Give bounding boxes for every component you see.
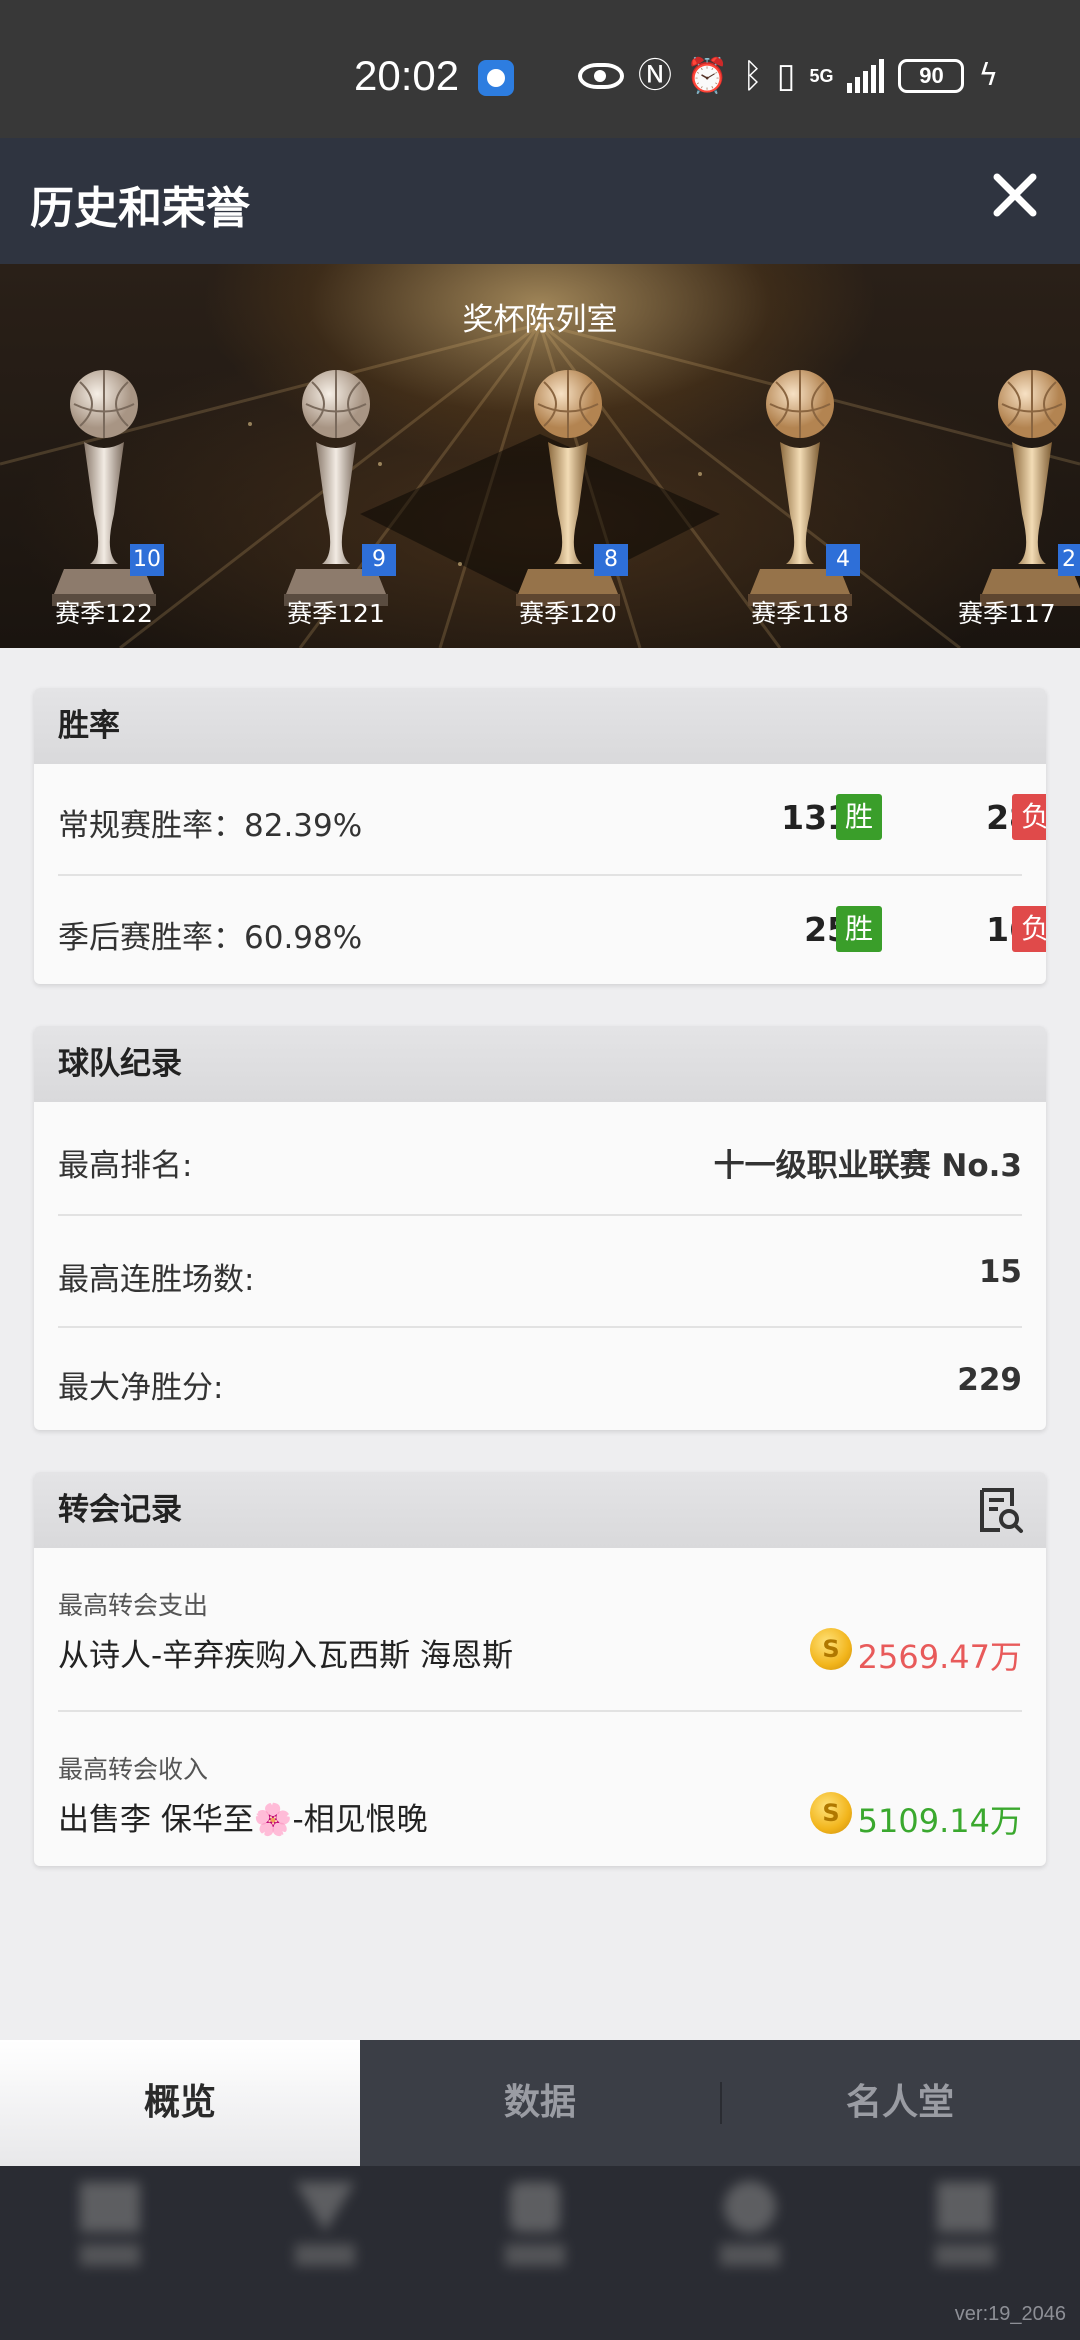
record-label: 最高排名: bbox=[58, 1148, 193, 1184]
trophy-count-badge: 2 bbox=[1058, 544, 1080, 576]
trophy-count-badge: 4 bbox=[826, 544, 860, 576]
expense-label: 最高转会支出 bbox=[58, 1591, 209, 1620]
bottom-tab-bar: 概览 数据 名人堂 bbox=[0, 2040, 1080, 2166]
trophy-icon[interactable] bbox=[508, 364, 628, 614]
trophy-season-label: 赛季117 bbox=[958, 599, 1056, 628]
loss-badge: 负 bbox=[1012, 906, 1046, 952]
trophy-season-label: 赛季120 bbox=[519, 599, 617, 628]
trophy-icon[interactable] bbox=[972, 364, 1080, 614]
transfer-record-card: 转会记录 最高转会支出 从诗人-辛弃疾购入瓦西斯 海恩斯 2569.47万 最高… bbox=[34, 1472, 1046, 1866]
bluetooth-icon: ᛒ bbox=[742, 56, 763, 96]
trophy-season-label: 赛季122 bbox=[55, 599, 153, 628]
page-header: 历史和荣誉 bbox=[0, 138, 1080, 264]
expense-text: 从诗人-辛弃疾购入瓦西斯 海恩斯 bbox=[58, 1638, 514, 1674]
record-value: 15 bbox=[978, 1254, 1022, 1290]
coin-icon bbox=[810, 1628, 852, 1670]
search-record-icon[interactable] bbox=[978, 1486, 1024, 1534]
vibrate-icon: ▯ bbox=[776, 56, 796, 96]
network-type-label: 5G bbox=[809, 66, 834, 86]
trophy-count-badge: 9 bbox=[362, 544, 396, 576]
charging-icon: ϟ bbox=[978, 58, 999, 93]
record-label: 最大净胜分: bbox=[58, 1370, 224, 1406]
transfer-expense-row: 最高转会支出 从诗人-辛弃疾购入瓦西斯 海恩斯 2569.47万 bbox=[58, 1548, 1022, 1712]
win-rate-title: 胜率 bbox=[34, 688, 1046, 764]
record-label: 最高连胜场数: bbox=[58, 1262, 255, 1298]
record-value: 229 bbox=[957, 1362, 1022, 1398]
team-record-card: 球队纪录 最高排名: 十一级职业联赛 No.3 最高连胜场数: 15 最大净胜分… bbox=[34, 1026, 1046, 1430]
blurred-nav-icon bbox=[80, 2182, 140, 2266]
expense-amount: 2569.47万 bbox=[857, 1638, 1022, 1676]
playoff-row: 季后赛胜率：60.98% 25 胜 16 负 bbox=[58, 876, 1046, 984]
income-amount: 5109.14万 bbox=[857, 1802, 1022, 1840]
coin-icon bbox=[810, 1792, 852, 1834]
status-icons: Ⓝ ⏰ ᛒ ▯ 5G 90 ϟ bbox=[578, 54, 998, 98]
tab-data[interactable]: 数据 bbox=[360, 2040, 720, 2166]
version-label: ver:19_2046 bbox=[954, 2303, 1066, 2325]
income-text: 出售李 保华至🌸-相见恨晚 bbox=[58, 1802, 428, 1838]
app-notification-icon bbox=[478, 60, 514, 96]
trophy-icon[interactable] bbox=[276, 364, 396, 614]
win-badge: 胜 bbox=[836, 794, 882, 840]
regular-wins: 131 bbox=[781, 798, 850, 837]
trophy-season-label: 赛季121 bbox=[287, 599, 385, 628]
trophy-count-badge: 8 bbox=[594, 544, 628, 576]
trophy-icon[interactable] bbox=[740, 364, 860, 614]
playoff-win-rate-label: 季后赛胜率：60.98% bbox=[58, 920, 363, 956]
trophy-count-badge: 10 bbox=[130, 544, 164, 576]
team-record-title: 球队纪录 bbox=[34, 1026, 1046, 1102]
tab-overview[interactable]: 概览 bbox=[0, 2040, 360, 2166]
record-row: 最高排名: 十一级职业联赛 No.3 bbox=[58, 1102, 1022, 1216]
trophy-season-label: 赛季118 bbox=[751, 599, 849, 628]
regular-win-rate-label: 常规赛胜率：82.39% bbox=[58, 808, 363, 844]
win-rate-card: 胜率 常规赛胜率：82.39% 131 胜 28 负 季后赛胜率：60.98% … bbox=[34, 688, 1046, 984]
record-value: 十一级职业联赛 No.3 bbox=[713, 1148, 1022, 1184]
blurred-nav-icon bbox=[935, 2182, 995, 2266]
page-title: 历史和荣誉 bbox=[30, 183, 250, 234]
playoff-wins: 25 bbox=[804, 910, 850, 949]
banner-title: 奖杯陈列室 bbox=[462, 302, 618, 338]
status-time: 20:02 bbox=[354, 52, 460, 99]
tab-hall-of-fame[interactable]: 名人堂 bbox=[720, 2040, 1080, 2166]
nfc-icon: Ⓝ bbox=[638, 56, 672, 96]
status-bar: 20:02 Ⓝ ⏰ ᛒ ▯ 5G 90 ϟ bbox=[0, 0, 1080, 138]
loss-badge: 负 bbox=[1012, 794, 1046, 840]
transfer-income-row: 最高转会收入 出售李 保华至🌸-相见恨晚 5109.14万 bbox=[58, 1712, 1022, 1866]
transfer-record-title: 转会记录 bbox=[34, 1472, 1046, 1548]
eye-comfort-icon bbox=[578, 63, 624, 89]
signal-icon bbox=[847, 59, 885, 93]
alarm-icon: ⏰ bbox=[686, 56, 729, 96]
record-row: 最大净胜分: 229 bbox=[58, 1328, 1022, 1430]
income-label: 最高转会收入 bbox=[58, 1755, 209, 1784]
regular-season-row: 常规赛胜率：82.39% 131 胜 28 负 bbox=[58, 764, 1046, 876]
blurred-nav-icon bbox=[720, 2181, 780, 2266]
blurred-nav-icon bbox=[295, 2182, 355, 2266]
close-icon[interactable] bbox=[990, 170, 1040, 220]
record-row: 最高连胜场数: 15 bbox=[58, 1216, 1022, 1328]
trophy-icon[interactable] bbox=[44, 364, 164, 614]
battery-icon: 90 bbox=[898, 59, 965, 93]
blurred-nav-icon bbox=[505, 2182, 565, 2266]
win-badge: 胜 bbox=[836, 906, 882, 952]
